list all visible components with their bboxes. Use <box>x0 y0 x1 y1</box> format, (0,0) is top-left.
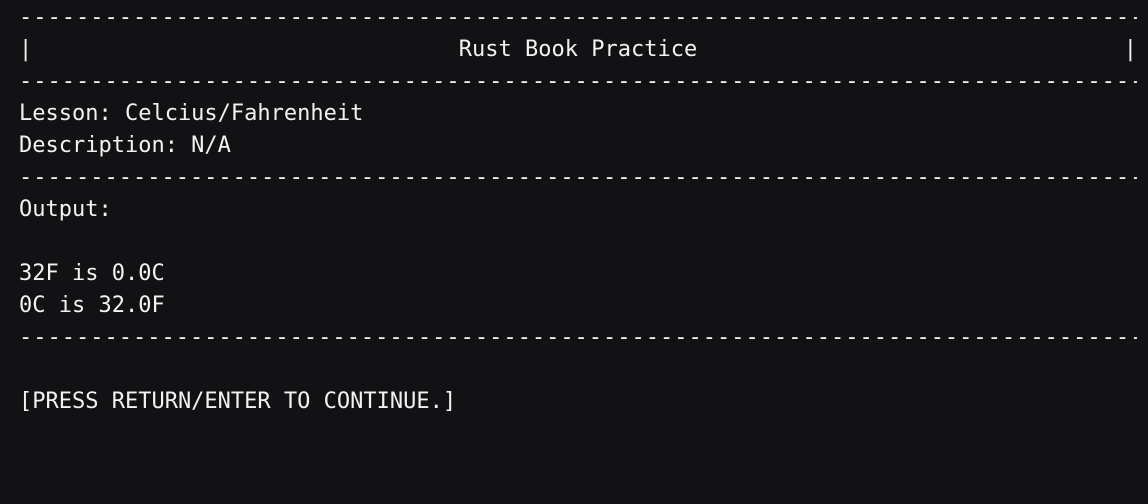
header-divider <box>19 66 1137 98</box>
output-divider <box>19 322 1137 354</box>
lesson-line: Lesson: Celcius/Fahrenheit <box>19 101 364 126</box>
header-row: | Rust Book Practice | <box>19 34 1137 66</box>
top-divider <box>19 2 1137 34</box>
app-title: Rust Book Practice <box>458 37 698 62</box>
info-divider <box>19 162 1137 194</box>
terminal-screen: | Rust Book Practice | Lesson: Celcius/F… <box>19 2 1137 450</box>
output-line-2: 0C is 32.0F <box>19 293 165 318</box>
output-label: Output: <box>19 197 112 222</box>
continue-prompt: [PRESS RETURN/ENTER TO CONTINUE.] <box>19 389 457 414</box>
output-line-1: 32F is 0.0C <box>19 261 165 286</box>
description-line: Description: N/A <box>19 133 231 158</box>
input-line[interactable] <box>19 418 1137 450</box>
